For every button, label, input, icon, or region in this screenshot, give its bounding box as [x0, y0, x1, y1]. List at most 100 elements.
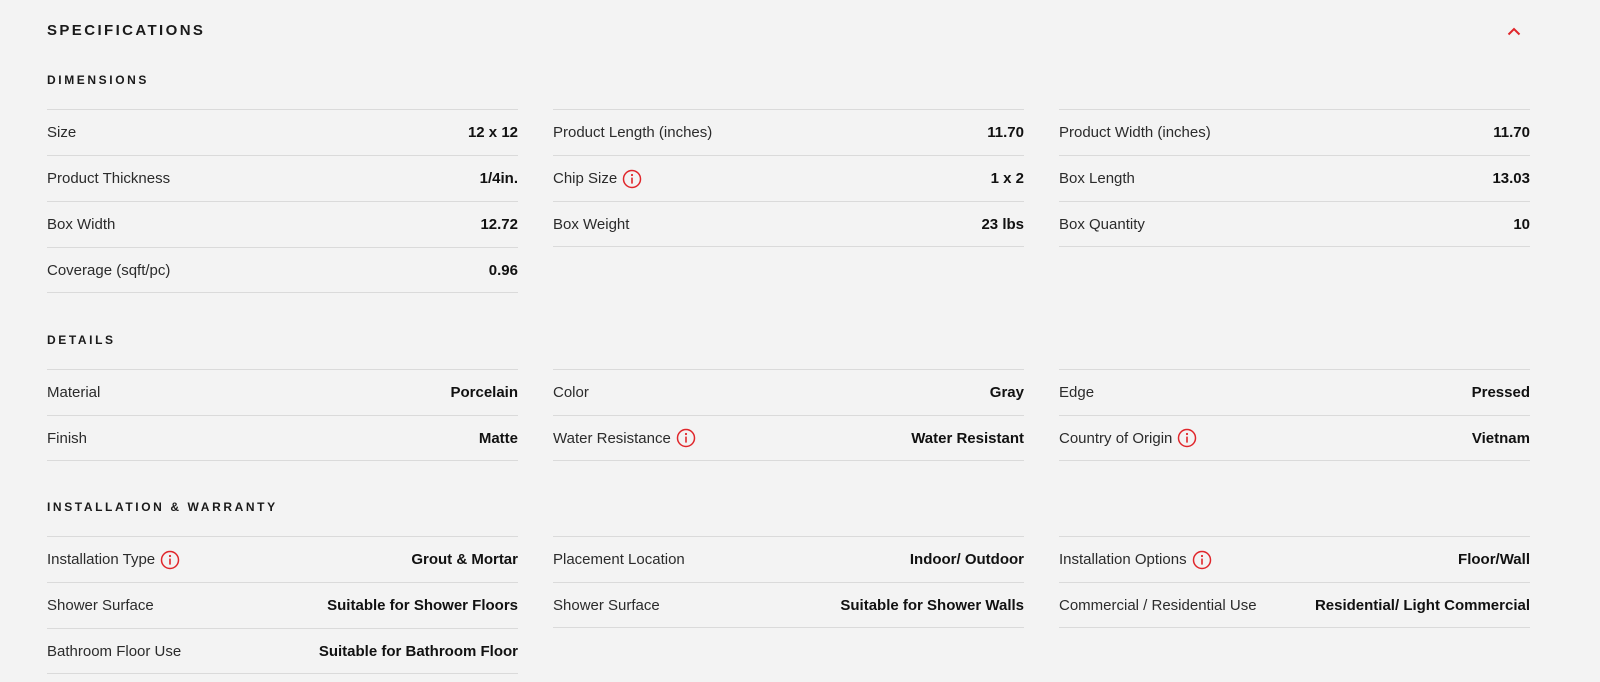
spec-row: Bathroom Floor Use Suitable for Bathroom … — [47, 628, 518, 674]
spec-value: 12 x 12 — [467, 124, 518, 141]
spec-value: Water Resistant — [911, 429, 1024, 447]
specifications-title: SPECIFICATIONS — [47, 22, 206, 39]
specifications-panel: SPECIFICATIONS DIMENSIONS Size 12 x 12 Pro… — [0, 0, 1600, 682]
spec-row: Box Weight 23 lbs — [553, 201, 1024, 247]
spec-column: Placement Location Indoor/ Outdoor Shower … — [553, 536, 1024, 674]
spec-label: Product Width (inches) — [1059, 124, 1211, 141]
spec-label: Bathroom Floor Use — [47, 643, 181, 660]
spec-value: Suitable for Shower Walls — [840, 596, 1024, 614]
spec-label-text: Water Resistance — [553, 429, 671, 447]
spec-label: Installation Options — [1059, 550, 1212, 570]
spec-label: Placement Location — [553, 551, 685, 568]
spec-label-text: Product Thickness — [47, 170, 171, 187]
spec-value: 11.70 — [1493, 124, 1530, 141]
spec-label: Installation Type — [47, 550, 180, 570]
spec-label: Shower Surface — [47, 597, 154, 614]
section-title-details: DETAILS — [47, 333, 116, 347]
spec-label-text: Box Quantity — [1059, 215, 1145, 233]
spec-row: Water Resistance Water Resistant — [553, 415, 1024, 461]
spec-value: 12.72 — [480, 216, 518, 233]
spec-label: Box Quantity — [1059, 216, 1145, 233]
spec-value: Gray — [989, 384, 1024, 401]
info-icon[interactable] — [1177, 428, 1197, 448]
spec-row: Shower Surface Suitable for Shower Walls — [553, 582, 1024, 628]
spec-label-text: Edge — [1059, 384, 1095, 401]
spec-column: Product Width (inches) 11.70 Box Length 13.… — [1059, 109, 1530, 293]
spec-label: Box Length — [1059, 170, 1135, 187]
info-icon[interactable] — [160, 550, 180, 570]
spec-label-text: Size — [47, 124, 77, 141]
spec-label: Chip Size — [553, 169, 642, 189]
info-icon[interactable] — [676, 428, 696, 448]
spec-column: Installation Options Floor/Wall Commercial… — [1059, 536, 1530, 674]
spec-value: Suitable for Shower Floors — [327, 597, 518, 614]
spec-row: Shower Surface Suitable for Shower Floors — [47, 582, 518, 628]
spec-label: Material — [47, 384, 100, 401]
spec-value: Residential/ Light Commercial — [1314, 596, 1530, 614]
spec-row: Size 12 x 12 — [47, 109, 518, 155]
spec-label: Box Width — [47, 216, 115, 233]
spec-value: 1 x 2 — [990, 170, 1024, 187]
spec-row: Box Length 13.03 — [1059, 155, 1530, 201]
spec-column: Installation Type Grout & Mortar Shower Su… — [47, 536, 518, 674]
spec-label: Product Length (inches) — [553, 124, 712, 141]
spec-row: Product Thickness 1/4in. — [47, 155, 518, 201]
info-icon[interactable] — [1192, 550, 1212, 570]
spec-label-text: Placement Location — [553, 551, 685, 568]
spec-row: Coverage (sqft/pc) 0.96 — [47, 247, 518, 293]
spec-column: Size 12 x 12 Product Thickness 1/4in. Box Wi… — [47, 109, 518, 293]
spec-value: Grout & Mortar — [411, 551, 518, 568]
spec-row: Box Quantity 10 — [1059, 201, 1530, 247]
spec-row: Edge Pressed — [1059, 369, 1530, 415]
spec-label-text: Installation Options — [1059, 551, 1187, 568]
spec-label-text: Box Length — [1059, 170, 1135, 187]
section-grid-details: Material Porcelain Finish Matte Color Gray Wat… — [47, 369, 1530, 461]
spec-label-text: Box Width — [47, 216, 116, 233]
spec-label-text: Chip Size — [553, 170, 618, 187]
spec-label: Water Resistance — [553, 428, 696, 448]
spec-label: Shower Surface — [553, 597, 660, 614]
spec-row: Commercial / Residential Use Residential/… — [1059, 582, 1530, 628]
spec-value: 13.03 — [1492, 170, 1530, 187]
spec-value: Vietnam — [1471, 429, 1530, 447]
spec-label-text: Installation Type — [47, 551, 156, 568]
spec-row: Installation Options Floor/Wall — [1059, 536, 1530, 582]
collapse-button[interactable] — [1504, 20, 1524, 42]
spec-column: Product Length (inches) 11.70 Chip Size 1 x… — [553, 109, 1024, 293]
spec-column: Color Gray Water Resistance Water Resistant — [553, 369, 1024, 461]
spec-row: Product Length (inches) 11.70 — [553, 109, 1024, 155]
spec-column: Edge Pressed Country of Origin Vietnam — [1059, 369, 1530, 461]
spec-label: Finish — [47, 430, 87, 447]
spec-label-text: Finish — [47, 429, 88, 447]
spec-row: Material Porcelain — [47, 369, 518, 415]
spec-value: Matte — [478, 429, 518, 447]
spec-label-text: Bathroom Floor Use — [47, 642, 182, 660]
spec-label-text: Shower Surface — [553, 596, 660, 614]
spec-row: Finish Matte — [47, 415, 518, 461]
spec-row: Placement Location Indoor/ Outdoor — [553, 536, 1024, 582]
spec-value: 10 — [1513, 215, 1530, 233]
info-icon[interactable] — [622, 169, 642, 189]
spec-value: Indoor/ Outdoor — [909, 551, 1024, 568]
spec-value: 0.96 — [488, 261, 518, 279]
spec-row: Product Width (inches) 11.70 — [1059, 109, 1530, 155]
spec-label-text: Shower Surface — [47, 597, 154, 614]
spec-value: 1/4in. — [479, 170, 518, 187]
spec-label: Size — [47, 124, 76, 141]
section-grid-installation-warranty: Installation Type Grout & Mortar Shower Su… — [47, 536, 1530, 674]
spec-row: Country of Origin Vietnam — [1059, 415, 1530, 461]
spec-label-text: Country of Origin — [1059, 429, 1173, 447]
spec-label: Edge — [1059, 384, 1094, 401]
spec-row: Color Gray — [553, 369, 1024, 415]
spec-label-text: Commercial / Residential Use — [1059, 596, 1257, 614]
spec-label: Box Weight — [553, 216, 629, 233]
chevron-up-icon — [1507, 27, 1521, 35]
spec-row: Installation Type Grout & Mortar — [47, 536, 518, 582]
spec-value: Pressed — [1471, 384, 1530, 401]
spec-label-text: Box Weight — [553, 215, 630, 233]
spec-row: Box Width 12.72 — [47, 201, 518, 247]
spec-label: Commercial / Residential Use — [1059, 597, 1257, 614]
spec-column: Material Porcelain Finish Matte — [47, 369, 518, 461]
spec-label-text: Product Length (inches) — [553, 124, 713, 141]
spec-value: 11.70 — [987, 124, 1024, 141]
